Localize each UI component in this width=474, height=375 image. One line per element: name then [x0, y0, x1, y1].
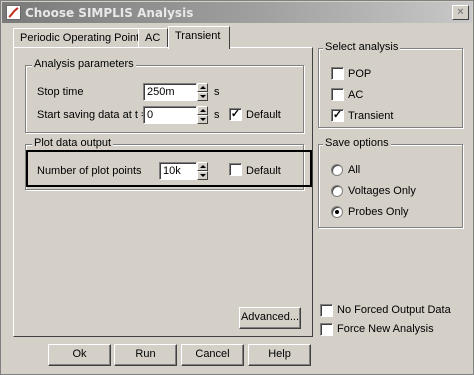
save-options-group: Save options All Voltages Only Probes On… [318, 137, 463, 228]
stop-time-spinner[interactable] [197, 83, 208, 101]
stop-time-input[interactable]: 250m [143, 83, 197, 101]
start-saving-spinner[interactable] [197, 106, 208, 124]
plot-points-spinner[interactable] [197, 162, 208, 180]
force-new-analysis-checkbox[interactable] [320, 323, 333, 336]
spin-down-icon[interactable] [197, 115, 208, 124]
save-all-label: All [348, 164, 361, 176]
run-button[interactable]: Run [114, 344, 177, 366]
title-bar[interactable]: Choose SIMPLIS Analysis × [2, 2, 472, 23]
tab-label: Periodic Operating Point [20, 32, 140, 44]
group-title: Analysis parameters [32, 58, 136, 70]
tab-label: AC [145, 32, 161, 44]
plot-points-label: Number of plot points [37, 165, 142, 177]
dialog-window: Choose SIMPLIS Analysis × Periodic Opera… [0, 0, 474, 375]
transient-label: Transient [348, 110, 394, 122]
plot-data-output-group: Plot data output Number of plot points 1… [25, 137, 304, 190]
close-icon[interactable]: × [452, 5, 469, 20]
plot-points-input[interactable]: 10k [159, 162, 197, 180]
tab-ac[interactable]: AC [138, 28, 168, 48]
group-title: Select analysis [323, 41, 401, 53]
start-saving-input[interactable]: 0 [143, 106, 197, 124]
window-title: Choose SIMPLIS Analysis [25, 6, 194, 20]
simplis-app-icon [6, 5, 21, 20]
start-saving-label: Start saving data at t = [37, 109, 148, 121]
plot-points-default-label: Default [246, 165, 281, 177]
spin-up-icon[interactable] [197, 106, 208, 115]
spin-down-icon[interactable] [197, 92, 208, 101]
transient-tab-panel: Analysis parameters Stop time 250m s Sta… [13, 47, 313, 337]
analysis-parameters-group: Analysis parameters Stop time 250m s Sta… [25, 58, 304, 133]
start-saving-default-checkbox[interactable]: ✓ [229, 108, 242, 121]
stop-time-label: Stop time [37, 86, 84, 98]
transient-checkbox[interactable]: ✓ [331, 109, 344, 122]
save-probes-only-label: Probes Only [348, 206, 409, 218]
spin-down-icon[interactable] [197, 171, 208, 180]
stop-time-unit: s [214, 86, 220, 98]
tab-label: Transient [175, 30, 221, 42]
group-title: Save options [323, 137, 391, 149]
cancel-button[interactable]: Cancel [181, 344, 244, 366]
save-all-radio[interactable] [331, 164, 343, 176]
start-saving-unit: s [214, 109, 220, 121]
advanced-button[interactable]: Advanced... [239, 307, 301, 329]
start-saving-default-label: Default [246, 109, 281, 121]
pop-label: POP [348, 68, 372, 80]
no-forced-output-checkbox[interactable] [320, 304, 333, 317]
group-title: Plot data output [32, 137, 114, 149]
select-analysis-group: Select analysis POP AC ✓ Transient [318, 41, 463, 128]
force-new-analysis-label: Force New Analysis [337, 323, 434, 335]
save-probes-only-radio[interactable] [331, 206, 343, 218]
spin-up-icon[interactable] [197, 162, 208, 171]
no-forced-output-label: No Forced Output Data [337, 304, 451, 316]
tab-periodic-operating-point[interactable]: Periodic Operating Point [13, 28, 139, 48]
ac-label: AC [348, 89, 364, 101]
save-voltages-only-label: Voltages Only [348, 185, 416, 197]
tab-transient[interactable]: Transient [168, 26, 230, 49]
ac-checkbox[interactable] [331, 88, 344, 101]
plot-points-default-checkbox[interactable] [229, 163, 242, 176]
pop-checkbox[interactable] [331, 67, 344, 80]
spin-up-icon[interactable] [197, 83, 208, 92]
save-voltages-only-radio[interactable] [331, 185, 343, 197]
help-button[interactable]: Help [248, 344, 311, 366]
ok-button[interactable]: Ok [48, 344, 111, 366]
